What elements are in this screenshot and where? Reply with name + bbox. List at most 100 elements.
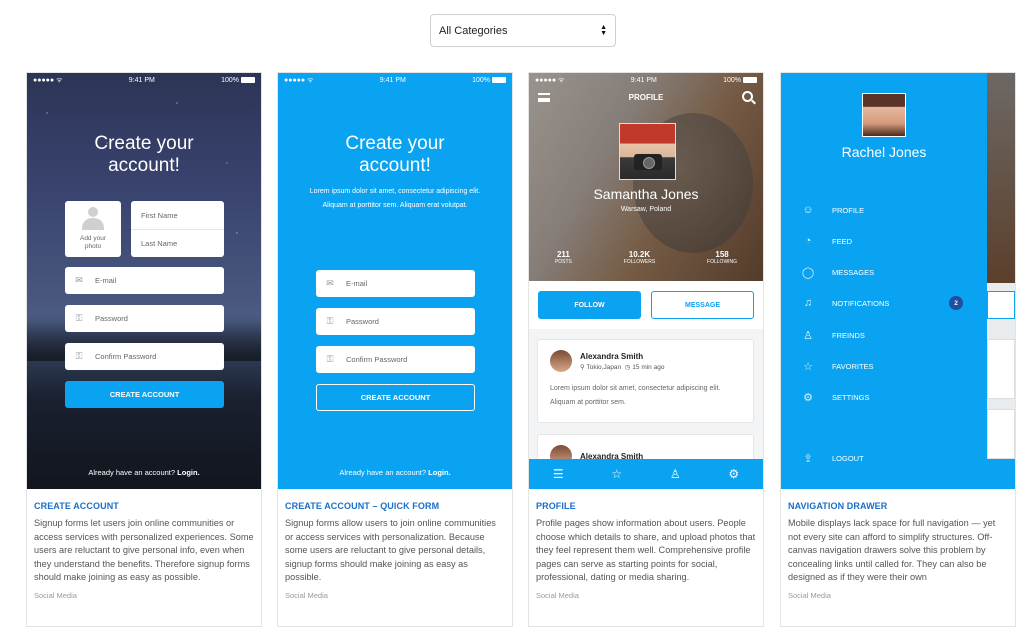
- screenshot-profile[interactable]: ●●●●● ᯤ 9:41 PM 100% PROFILE Samantha Jo…: [529, 73, 763, 489]
- card-description: Profile pages show information about use…: [536, 518, 756, 583]
- envelope-icon: ✉: [75, 275, 83, 285]
- user-placeholder-icon: [82, 207, 104, 231]
- card-tag[interactable]: Social Media: [536, 591, 756, 600]
- navigation-drawer: Rachel Jones ☺ PROFILE ◔ FEED ◯ MESSAGES ♫ N…: [781, 73, 987, 489]
- card-tag[interactable]: Social Media: [788, 591, 1008, 600]
- profile-icon: ☺: [802, 204, 814, 216]
- card-tag[interactable]: Social Media: [285, 591, 505, 600]
- signal-icon: ●●●●● ᯤ: [535, 76, 565, 84]
- follow-button[interactable]: FOLLOW: [538, 291, 641, 319]
- screen-heading: Create your account!: [345, 133, 445, 176]
- status-time: 9:41 PM: [379, 76, 406, 84]
- drawer-item-logout[interactable]: ⇪ LOGOUT: [801, 450, 971, 466]
- bottom-tab-bar: ☰ ☆ ♙ ⚙: [529, 459, 763, 489]
- stat-followers: 10.2K FOLLOWERS: [623, 250, 656, 265]
- login-prompt: Already have an account? Login.: [88, 468, 200, 477]
- last-name-field[interactable]: Last Name: [131, 229, 224, 257]
- drawer-item-settings[interactable]: ⚙ SETTINGS: [801, 389, 971, 405]
- drawer-item-favorites[interactable]: ☆ FAVORITES: [801, 358, 971, 374]
- location-pin-icon: ⚲: [580, 363, 585, 371]
- drawer-item-feed[interactable]: ◔ FEED: [801, 233, 971, 249]
- password-field[interactable]: ⚿ Password: [316, 308, 475, 335]
- card-description: Signup forms let users join online commu…: [34, 518, 254, 583]
- first-name-field[interactable]: First Name: [131, 201, 224, 229]
- screenshot-quick-form[interactable]: ●●●●● ᯤ 9:41 PM 100% Create your account…: [278, 73, 512, 489]
- signal-icon: ●●●●● ᯤ: [284, 76, 314, 84]
- create-account-button[interactable]: CREATE ACCOUNT: [316, 384, 475, 411]
- email-field[interactable]: ✉ E-mail: [65, 267, 224, 294]
- card-title[interactable]: NAVIGATION DRAWER: [788, 501, 1008, 511]
- status-time: 9:41 PM: [630, 76, 657, 84]
- user-icon[interactable]: ♙: [670, 467, 681, 481]
- intro-text: Lorem ipsum dolor sit amet, consectetur …: [309, 188, 481, 209]
- battery-icon: 100%: [221, 77, 255, 84]
- notification-badge: 2: [949, 296, 963, 310]
- profile-location: Warsaw, Poland: [620, 206, 672, 213]
- category-select[interactable]: All Categories ▲ ▼: [430, 14, 616, 47]
- login-link[interactable]: Login.: [177, 468, 200, 477]
- login-link[interactable]: Login.: [428, 468, 451, 477]
- battery-icon: 100%: [472, 77, 506, 84]
- profile-stats: 211 POSTS 10.2K FOLLOWERS 158 FOLLOWING: [529, 250, 763, 265]
- pattern-card-create-account[interactable]: ●●●●● ᯤ 9:41 PM 100% Create your account…: [26, 72, 262, 627]
- post-card[interactable]: Alexandra Smith ⚲ Tokio,Japan ◷ 15 min a…: [537, 339, 754, 423]
- profile-feed: FOLLOW MESSAGE Alexandra Smith ⚲ Tokio,J…: [529, 281, 763, 489]
- card-title[interactable]: CREATE ACCOUNT: [34, 501, 254, 511]
- post-text: Lorem ipsum dolor sit amet, consectetur …: [550, 385, 721, 406]
- login-prompt: Already have an account? Login.: [339, 468, 451, 477]
- friends-icon: ♙: [803, 329, 813, 342]
- card-title[interactable]: CREATE ACCOUNT – QUICK FORM: [285, 501, 505, 511]
- battery-icon: 100%: [723, 77, 757, 84]
- lock-icon: ⚿: [326, 354, 334, 364]
- select-arrows-icon: ▲ ▼: [600, 23, 607, 37]
- gear-icon: ⚙: [803, 391, 813, 404]
- password-field[interactable]: ⚿ Password: [65, 305, 224, 332]
- status-bar: ●●●●● ᯤ 9:41 PM 100%: [529, 73, 763, 87]
- message-icon: ◯: [801, 266, 815, 279]
- screen-title: PROFILE: [628, 93, 664, 102]
- post-author: Alexandra Smith: [580, 351, 644, 361]
- status-time: 9:41 PM: [128, 76, 155, 84]
- screenshot-navigation-drawer[interactable]: Rachel Jones ☺ PROFILE ◔ FEED ◯ MESSAGES ♫ N…: [781, 73, 1015, 489]
- status-bar: ●●●●● ᯤ 9:41 PM 100%: [27, 73, 261, 87]
- add-photo-button[interactable]: Add your photo: [65, 201, 121, 257]
- confirm-password-field[interactable]: ⚿ Confirm Password: [65, 343, 224, 370]
- drawer-item-profile[interactable]: ☺ PROFILE: [801, 202, 971, 218]
- lock-icon: ⚿: [326, 316, 334, 326]
- star-icon[interactable]: ☆: [611, 467, 622, 481]
- message-button[interactable]: MESSAGE: [651, 291, 754, 319]
- drawer-user-name: Rachel Jones: [841, 144, 927, 160]
- profile-avatar: [619, 123, 676, 180]
- avatar: [862, 93, 906, 137]
- confirm-password-field[interactable]: ⚿ Confirm Password: [316, 346, 475, 373]
- bell-icon: ♫: [803, 297, 813, 309]
- profile-name: Samantha Jones: [593, 186, 699, 202]
- drawer-item-friends[interactable]: ♙ FREINDS: [801, 327, 971, 343]
- stat-following: 158 FOLLOWING: [707, 250, 738, 265]
- lock-icon: ⚿: [75, 351, 83, 361]
- email-field[interactable]: ✉ E-mail: [316, 270, 475, 297]
- status-bar: ●●●●● ᯤ 9:41 PM 100%: [278, 73, 512, 87]
- lock-icon: ⚿: [75, 313, 83, 323]
- card-tag[interactable]: Social Media: [34, 591, 254, 600]
- pattern-card-navigation-drawer[interactable]: Rachel Jones ☺ PROFILE ◔ FEED ◯ MESSAGES ♫ N…: [780, 72, 1016, 627]
- create-account-button[interactable]: CREATE ACCOUNT: [65, 381, 224, 408]
- clock-icon: ◷: [624, 363, 631, 371]
- drawer-item-messages[interactable]: ◯ MESSAGES: [801, 264, 971, 280]
- name-fields: First Name Last Name: [131, 201, 224, 257]
- pattern-card-profile[interactable]: ●●●●● ᯤ 9:41 PM 100% PROFILE Samantha Jo…: [528, 72, 764, 627]
- post-meta: ⚲ Tokio,Japan ◷ 15 min ago: [580, 363, 665, 371]
- stat-posts: 211 POSTS: [554, 250, 572, 265]
- avatar: [550, 350, 572, 372]
- search-icon[interactable]: [742, 91, 753, 102]
- card-description: Signup forms allow users to join online …: [285, 518, 496, 583]
- feed-icon: ◔: [804, 235, 812, 247]
- signal-icon: ●●●●● ᯤ: [33, 76, 63, 84]
- pattern-card-quick-form[interactable]: ●●●●● ᯤ 9:41 PM 100% Create your account…: [277, 72, 513, 627]
- list-icon[interactable]: ☰: [553, 467, 564, 481]
- gear-icon[interactable]: ⚙: [728, 467, 739, 481]
- card-title[interactable]: PROFILE: [536, 501, 756, 511]
- drawer-item-notifications[interactable]: ♫ NOTIFICATIONS 2: [801, 295, 971, 311]
- screenshot-create-account[interactable]: ●●●●● ᯤ 9:41 PM 100% Create your account…: [27, 73, 261, 489]
- star-icon: ☆: [803, 360, 813, 373]
